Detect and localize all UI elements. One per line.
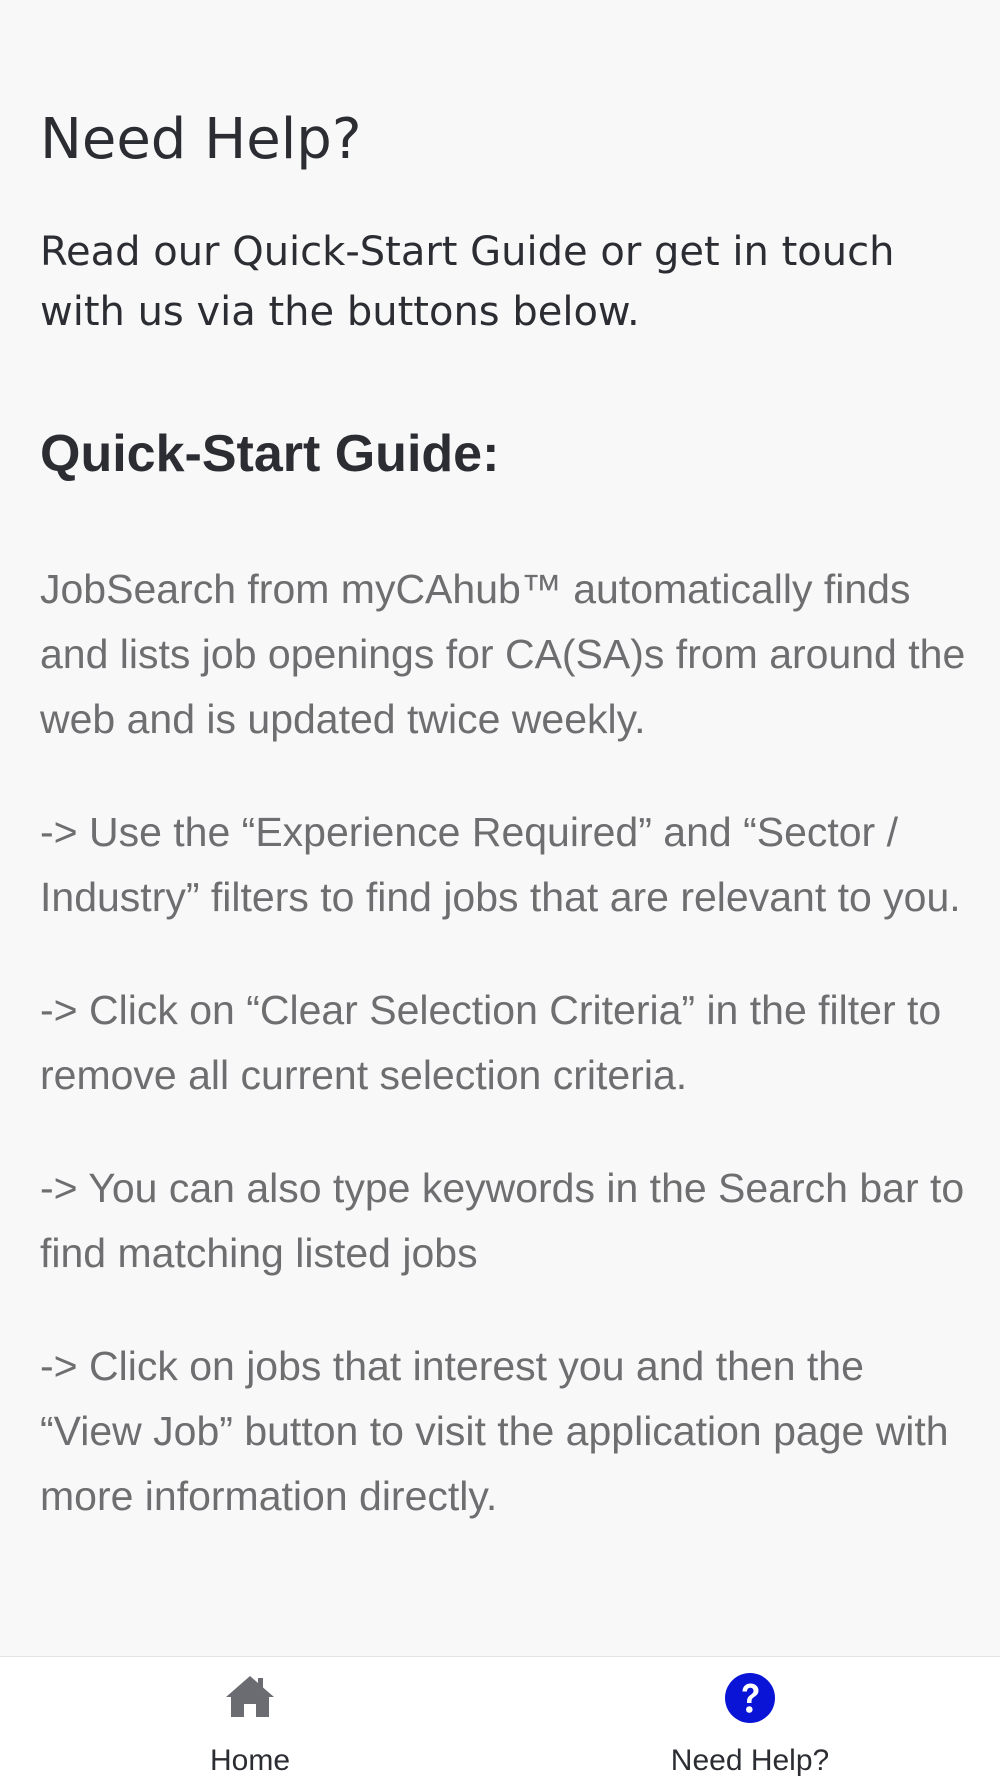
guide-item: -> Click on “Clear Selection Criteria” i… [40, 987, 942, 1098]
guide-heading: Quick-Start Guide: [40, 425, 500, 483]
intro-text: Read our Quick-Start Guide or get in tou… [40, 229, 895, 335]
guide-item: -> You can also type keywords in the Sea… [40, 1165, 965, 1276]
home-icon [226, 1676, 274, 1717]
guide-item: -> Use the “Experience Required” and “Se… [40, 809, 961, 920]
nav-item-home[interactable]: Home [0, 1657, 500, 1779]
bottom-navigation: Home Need Help? [0, 1656, 1000, 1779]
guide-item: JobSearch from myCAhub™ automatically fi… [40, 566, 966, 742]
guide-item: -> Click on jobs that interest you and t… [40, 1343, 949, 1519]
page-title: Need Help? [40, 107, 362, 172]
nav-item-need-help[interactable]: Need Help? [500, 1657, 1000, 1779]
help-circle-icon [725, 1673, 775, 1723]
guide-list: JobSearch from myCAhub™ automatically fi… [40, 557, 970, 1577]
nav-label-need-help: Need Help? [670, 1744, 830, 1777]
nav-label-home: Home [209, 1744, 291, 1777]
